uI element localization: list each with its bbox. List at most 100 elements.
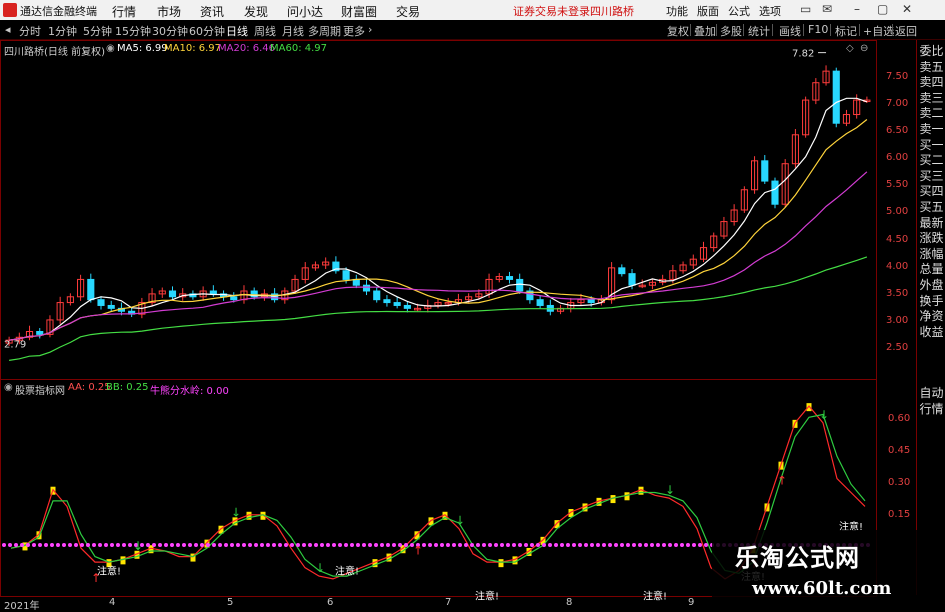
statistics-button[interactable]: 统计: [748, 23, 770, 39]
return-button[interactable]: 返回: [895, 23, 917, 39]
period-tab-multi[interactable]: 多周期: [308, 23, 341, 39]
period-tab-15min[interactable]: 15分钟: [115, 23, 151, 39]
period-tab-timeshare[interactable]: 分时: [19, 23, 41, 39]
diamond-icon[interactable]: ◇: [846, 43, 854, 54]
period-tab-30min[interactable]: 30分钟: [152, 23, 188, 39]
menu-trade[interactable]: 交易: [396, 3, 420, 20]
side-tab-turnover[interactable]: 换手: [918, 294, 945, 310]
collapse-icon[interactable]: ⊖: [860, 43, 868, 54]
side-bottom-panel: 自动 行情: [918, 386, 945, 417]
side-tab-bid1[interactable]: 买一: [918, 138, 945, 154]
period-tab-daily[interactable]: 日线: [226, 23, 248, 39]
watermark-text: 乐淘公式网: [735, 544, 860, 572]
price-tick: 3.00: [886, 315, 909, 326]
title-bar: 通达信金融终端 行情 市场 资讯 发现 问小达 财富圈 交易 证券交易未登录 四…: [0, 0, 945, 20]
draw-line-button[interactable]: 画线: [779, 23, 801, 39]
period-toolbar: ◂ 分时 1分钟 5分钟 15分钟 30分钟 60分钟 日线 周线 月线 多周期…: [0, 21, 945, 40]
x-tick: 2021年: [4, 601, 40, 612]
menu-market-quotes[interactable]: 行情: [112, 3, 136, 20]
settings-dot-icon[interactable]: ◉: [4, 382, 13, 393]
side-tab-bid3[interactable]: 买三: [918, 169, 945, 185]
close-icon[interactable]: ✕: [902, 2, 912, 16]
side-tab-ask5[interactable]: 卖五: [918, 60, 945, 76]
menu-layout[interactable]: 版面: [697, 3, 719, 19]
mail-icon[interactable]: ✉: [822, 2, 832, 16]
side-tab-latest[interactable]: 最新: [918, 216, 945, 232]
price-tick: 6.00: [886, 152, 909, 163]
x-tick: 6: [327, 597, 334, 608]
mark-button[interactable]: 标记: [835, 23, 857, 39]
x-tick: 8: [566, 597, 573, 608]
more-chevron-icon[interactable]: ›: [368, 23, 372, 36]
toolbar-divider: [859, 24, 860, 36]
side-tab-net-assets[interactable]: 净资: [918, 309, 945, 325]
side-tab-change-pct[interactable]: 涨幅: [918, 247, 945, 263]
side-tab-ask2[interactable]: 卖二: [918, 106, 945, 122]
toolbar-divider: [803, 24, 804, 36]
aa-value: AA: 0.25: [68, 382, 111, 393]
side-tab-ask3[interactable]: 卖三: [918, 91, 945, 107]
add-watchlist-button[interactable]: +自选: [863, 23, 894, 39]
side-tab-auto[interactable]: 自动: [918, 386, 945, 402]
side-tab-bid2[interactable]: 买二: [918, 153, 945, 169]
toolbar-divider: [743, 24, 744, 36]
side-tab-ask1[interactable]: 卖一: [918, 122, 945, 138]
back-arrow-icon[interactable]: ◂: [5, 23, 11, 36]
menu-market[interactable]: 市场: [157, 3, 181, 20]
indicator-tick: 0.60: [888, 413, 911, 424]
menu-function[interactable]: 功能: [666, 3, 688, 19]
multi-stock-button[interactable]: 多股: [720, 23, 742, 39]
period-tab-60min[interactable]: 60分钟: [189, 23, 225, 39]
side-tab-quotes[interactable]: 行情: [918, 402, 945, 418]
login-notice[interactable]: 证券交易未登录: [513, 3, 590, 19]
period-tab-more[interactable]: 更多: [343, 23, 365, 39]
price-tick: 6.50: [886, 125, 909, 136]
menu-discover[interactable]: 发现: [244, 3, 268, 20]
menu-news[interactable]: 资讯: [200, 3, 224, 20]
stock-name-top: 四川路桥: [590, 5, 634, 18]
side-tab-bid-ratio[interactable]: 委比: [918, 44, 945, 60]
price-tick: 3.50: [886, 288, 909, 299]
settings-dot-icon[interactable]: ◉: [106, 43, 115, 54]
price-tick: 2.50: [886, 342, 909, 353]
main-chart-panel[interactable]: [0, 40, 877, 380]
indicator-tick: 0.45: [888, 445, 911, 456]
period-tab-weekly[interactable]: 周线: [254, 23, 276, 39]
adjust-button[interactable]: 复权: [667, 23, 689, 39]
menu-formula[interactable]: 公式: [728, 3, 750, 19]
price-tick: 7.00: [886, 98, 909, 109]
side-tab-bid4[interactable]: 买四: [918, 184, 945, 200]
overlay-button[interactable]: 叠加: [694, 23, 716, 39]
side-tab-outer[interactable]: 外盘: [918, 278, 945, 294]
minimize-icon[interactable]: –: [854, 2, 860, 16]
ma5-value: MA5: 6.99: [117, 43, 168, 54]
price-tick: 5.00: [886, 206, 909, 217]
side-tab-ask4[interactable]: 卖四: [918, 75, 945, 91]
restore-icon[interactable]: ▢: [877, 2, 888, 16]
menu-options[interactable]: 选项: [759, 3, 781, 19]
x-tick: 9: [688, 597, 695, 608]
f10-button[interactable]: F10: [808, 23, 828, 36]
period-tab-5min[interactable]: 5分钟: [83, 23, 112, 39]
account-icon[interactable]: ▭: [800, 2, 811, 16]
price-tick: 4.00: [886, 261, 909, 272]
quote-side-panel: 委比 卖五 卖四 卖三 卖二 卖一 买一 买二 买三 买四 买五 最新 涨跌 涨…: [918, 44, 945, 340]
x-tick: 5: [227, 597, 234, 608]
bb-value: BB: 0.25: [106, 382, 149, 393]
menu-ask[interactable]: 问小达: [287, 3, 323, 20]
period-tab-1min[interactable]: 1分钟: [48, 23, 77, 39]
side-tab-volume[interactable]: 总量: [918, 262, 945, 278]
watermark: 乐淘公式网 www.60lt.com: [712, 530, 945, 609]
side-tab-bid5[interactable]: 买五: [918, 200, 945, 216]
x-tick: 7: [445, 597, 452, 608]
menu-wealth[interactable]: 财富圈: [341, 3, 377, 20]
ma60-value: MA60: 4.97: [270, 43, 328, 54]
app-title: 通达信金融终端: [20, 5, 97, 18]
side-tab-earnings[interactable]: 收益: [918, 325, 945, 341]
side-tab-change[interactable]: 涨跌: [918, 231, 945, 247]
indicator-tick: 0.15: [888, 509, 911, 520]
toolbar-divider: [716, 24, 717, 36]
indicator-tick: 0.30: [888, 477, 911, 488]
app-logo-icon: [3, 3, 17, 17]
period-tab-monthly[interactable]: 月线: [282, 23, 304, 39]
